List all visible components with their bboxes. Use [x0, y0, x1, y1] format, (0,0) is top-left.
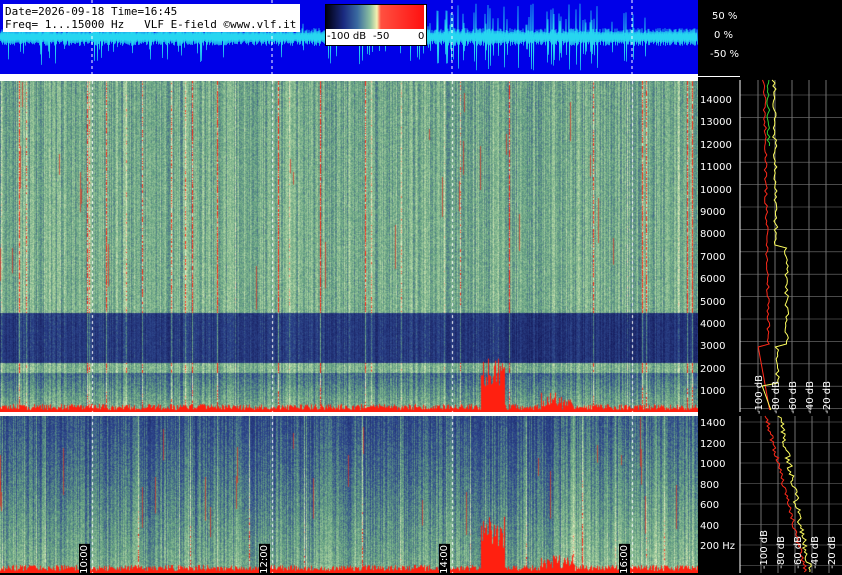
freq-tick-top: 10000: [700, 184, 732, 196]
waveform-pct-top: 50 %: [712, 11, 738, 22]
freq-tick-top: 13000: [700, 117, 732, 129]
freq-tick-bottom: 600: [700, 500, 720, 511]
freq-tick-top: 1000: [700, 386, 726, 398]
db-label-bot-0: -100 dB: [759, 530, 770, 570]
freq-tick-top: 9000: [700, 207, 726, 218]
db-label-top-4: -20 dB: [822, 381, 833, 414]
waveform-pct-bottom: -50 %: [710, 49, 740, 60]
date-time-label: Date=2026-09-18 Time=16:45: [5, 5, 178, 18]
freq-tick-bottom: 1000: [700, 459, 726, 470]
spectrogram-full-band: [0, 81, 698, 412]
colorbar-min-label: -100 dB: [327, 31, 367, 42]
freq-tick-top: 6000: [700, 274, 726, 286]
freq-tick-top: 5000: [700, 296, 726, 308]
db-label-bot-2: -60 dB: [793, 536, 804, 569]
db-label-top-0: -100 dB: [754, 375, 765, 415]
time-label-14: 14:00: [439, 544, 450, 575]
freq-tick-top: 7000: [700, 251, 726, 263]
time-label-16: 16:00: [619, 544, 630, 575]
time-label-10: 10:00: [79, 544, 90, 575]
freq-tick-top: 3000: [700, 341, 726, 353]
freq-range-label: Freq= 1...15000 Hz VLF E-field ©www.vlf.…: [5, 18, 297, 31]
colorbar-max-label: 0: [418, 31, 425, 42]
freq-tick-top: 11000: [700, 162, 732, 174]
spectrogram-low-band: [0, 416, 698, 573]
freq-tick-top: 14000: [700, 95, 732, 106]
freq-tick-top: 2000: [700, 363, 726, 375]
separator-bar: [0, 74, 698, 81]
db-label-bot-3: -40 dB: [810, 536, 821, 569]
freq-tick-bottom: 800: [700, 479, 720, 491]
freq-tick-top: 8000: [700, 229, 726, 241]
freq-tick-top: 4000: [700, 319, 726, 330]
db-label-bot-4: -20 dB: [827, 536, 838, 569]
colorbar-mid-label: -50: [373, 31, 390, 42]
freq-tick-bottom: 200 Hz: [700, 541, 736, 552]
freq-tick-top: 12000: [700, 139, 732, 151]
db-label-top-3: -40 dB: [805, 381, 816, 414]
colorbar-gradient: [326, 5, 424, 29]
freq-tick-bottom: 400: [700, 520, 720, 532]
db-label-top-1: -80 dB: [771, 381, 782, 414]
info-box: Date=2026-09-18 Time=16:45 Freq= 1...150…: [3, 4, 301, 32]
freq-tick-bottom: 1200: [700, 438, 726, 450]
db-label-bot-1: -80 dB: [776, 536, 787, 569]
waveform-pct-mid: 0 %: [714, 30, 734, 41]
time-label-12: 12:00: [259, 544, 270, 575]
db-label-top-2: -60 dB: [788, 381, 799, 414]
freq-tick-bottom: 1400: [700, 418, 726, 429]
